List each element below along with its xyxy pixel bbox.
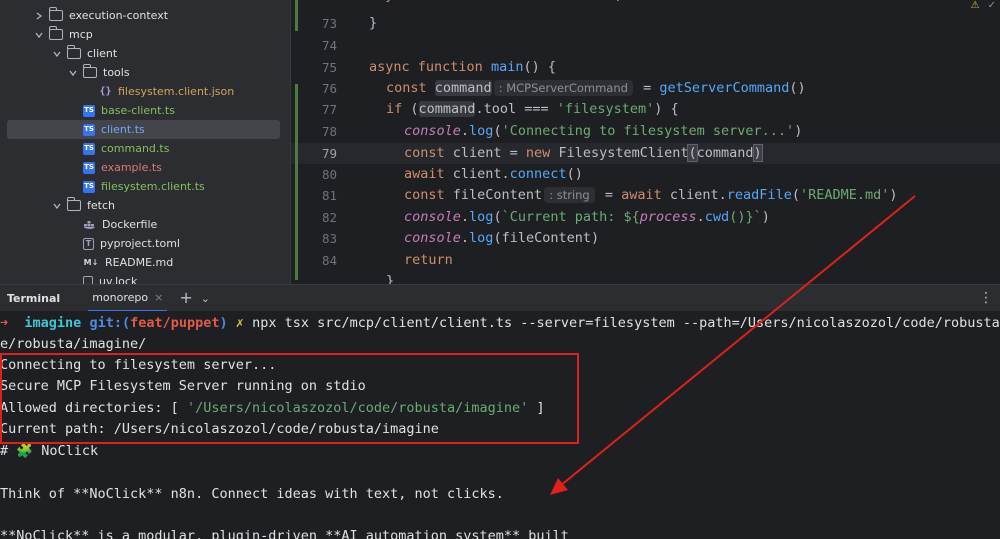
tab-monorepo[interactable]: monorepo × (88, 285, 168, 312)
line-number: 84 (321, 253, 337, 268)
terminal-line: Think of **NoClick** n8n. Connect ideas … (0, 486, 504, 502)
tab-label: monorepo (92, 290, 149, 304)
line-number: 75 (321, 60, 337, 75)
terminal-line: **NoClick** is a modular, plugin-driven … (0, 528, 569, 539)
markdown-file-icon: M↓ (83, 257, 99, 267)
weak-warning-icon[interactable]: ✓ (988, 0, 996, 11)
tree-item-label: client.ts (101, 123, 145, 136)
code-line: return (404, 252, 453, 268)
line-number: 78 (321, 124, 337, 139)
typescript-file-icon: TS (83, 161, 95, 174)
tree-item-execution-context[interactable]: execution-context (7, 6, 280, 25)
terminal-tab-bar: Terminal monorepo × + ⌄ ⋮ (0, 284, 1000, 312)
chevron-down-icon[interactable] (51, 200, 63, 212)
tree-item-label: mcp (69, 28, 93, 41)
code-line: const fileContent: string = await client… (404, 187, 898, 203)
toml-file-icon: T (83, 237, 94, 250)
docker-file-icon (83, 219, 96, 231)
line-number: 82 (321, 210, 337, 225)
tree-item-label: filesystem.client.ts (101, 180, 205, 193)
new-tab-button[interactable]: + (179, 290, 192, 306)
project-tree: execution-context mcp client tools {} fi… (0, 0, 290, 284)
tree-item-uv-lock[interactable]: uv.lock (7, 272, 280, 284)
code-line: console.log(fileContent) (404, 230, 600, 246)
tree-item-label: base-client.ts (101, 104, 175, 117)
line-number: 76 (321, 81, 337, 96)
line-number: 83 (321, 231, 337, 246)
terminal-line: e/robusta/imagine/ (0, 336, 147, 352)
tree-item-label: Dockerfile (102, 218, 158, 231)
annotation-highlight-box (0, 353, 579, 444)
typescript-file-icon: TS (83, 180, 95, 193)
tree-item-label: execution-context (69, 9, 169, 22)
tree-item-fetch[interactable]: fetch (7, 196, 280, 215)
line-number: 77 (321, 102, 337, 117)
tree-item-label: example.ts (101, 161, 162, 174)
line-number: 74 (321, 38, 337, 53)
code-line: const client = new FilesystemClient(comm… (404, 144, 763, 162)
code-line: const command: MCPServerCommand = getSer… (386, 80, 806, 96)
tree-item-label: filesystem.client.json (118, 85, 235, 98)
tree-item-label: command.ts (101, 142, 170, 155)
chevron-right-icon[interactable] (33, 10, 45, 22)
text-file-icon (83, 275, 93, 284)
folder-icon (83, 64, 97, 78)
puzzle-icon: 🧩 (16, 443, 34, 459)
tree-item-filesystem-client-ts[interactable]: TS filesystem.client.ts (7, 177, 280, 196)
code-line: console.log('Connecting to filesystem se… (404, 123, 803, 139)
chevron-down-icon[interactable]: ⌄ (201, 292, 210, 305)
folder-icon (49, 26, 63, 40)
tree-item-label: client (87, 47, 118, 60)
code-line: } (369, 15, 378, 31)
tree-item-pyproject-toml[interactable]: T pyproject.toml (7, 234, 280, 253)
json-file-icon: {} (99, 85, 112, 97)
line-number: 72 (291, 0, 337, 3)
tree-item-readme-md[interactable]: M↓ README.md (7, 253, 280, 272)
code-line: } (386, 273, 395, 284)
tree-item-command-ts[interactable]: TS command.ts (7, 139, 280, 158)
tree-item-dockerfile[interactable]: Dockerfile (7, 215, 280, 234)
typescript-file-icon: TS (83, 104, 95, 117)
code-editor[interactable]: 72 73 74 75 76 77 78 79 80 81 82 83 84 a… (290, 0, 1000, 284)
code-line: async function saveToolsToFile( (369, 0, 621, 3)
typescript-file-icon: TS (83, 123, 95, 136)
type-hint: : MCPServerCommand (493, 80, 633, 96)
more-options-icon[interactable]: ⋮ (979, 290, 994, 306)
tree-item-client[interactable]: client (7, 44, 280, 63)
close-icon[interactable]: × (154, 291, 163, 304)
tree-item-base-client-ts[interactable]: TS base-client.ts (7, 101, 280, 120)
tree-item-tools[interactable]: tools (7, 63, 280, 82)
folder-icon (49, 7, 63, 21)
editor-inspection-widget[interactable]: ⚠ ✓ (971, 0, 996, 11)
warning-icon[interactable]: ⚠ (971, 0, 980, 11)
line-number: 81 (321, 188, 337, 203)
code-line: console.log(`Current path: ${process.cwd… (404, 209, 770, 225)
tree-item-example-ts[interactable]: TS example.ts (7, 158, 280, 177)
code-line: async function main() { (369, 59, 556, 75)
tree-item-label: README.md (105, 256, 174, 269)
tree-item-mcp[interactable]: mcp (7, 25, 280, 44)
folder-icon (67, 197, 81, 211)
terminal-title: Terminal (7, 291, 61, 305)
terminal-prompt-line: ➜ imagine git:(feat/puppet) ✗ npx tsx sr… (0, 315, 1000, 331)
type-hint: : string (544, 187, 595, 203)
tree-item-label: uv.lock (99, 275, 138, 284)
chevron-down-icon[interactable] (67, 67, 79, 79)
tree-item-label: pyproject.toml (100, 237, 180, 250)
line-number: 79 (321, 146, 337, 161)
code-line: if (command.tool === 'filesystem') { (386, 101, 679, 117)
line-number: 80 (321, 167, 337, 182)
tree-item-label: fetch (87, 199, 115, 212)
chevron-down-icon[interactable] (51, 48, 63, 60)
chevron-down-icon[interactable] (33, 29, 45, 41)
tree-item-label: tools (103, 66, 130, 79)
line-number: 73 (321, 16, 337, 31)
tree-item-filesystem-client-json[interactable]: {} filesystem.client.json (7, 82, 280, 101)
typescript-file-icon: TS (83, 142, 95, 155)
terminal-line: # 🧩 NoClick (0, 443, 99, 459)
code-line: await client.connect() (404, 166, 583, 182)
folder-icon (67, 45, 81, 59)
tree-item-client-ts[interactable]: TS client.ts (7, 120, 280, 139)
